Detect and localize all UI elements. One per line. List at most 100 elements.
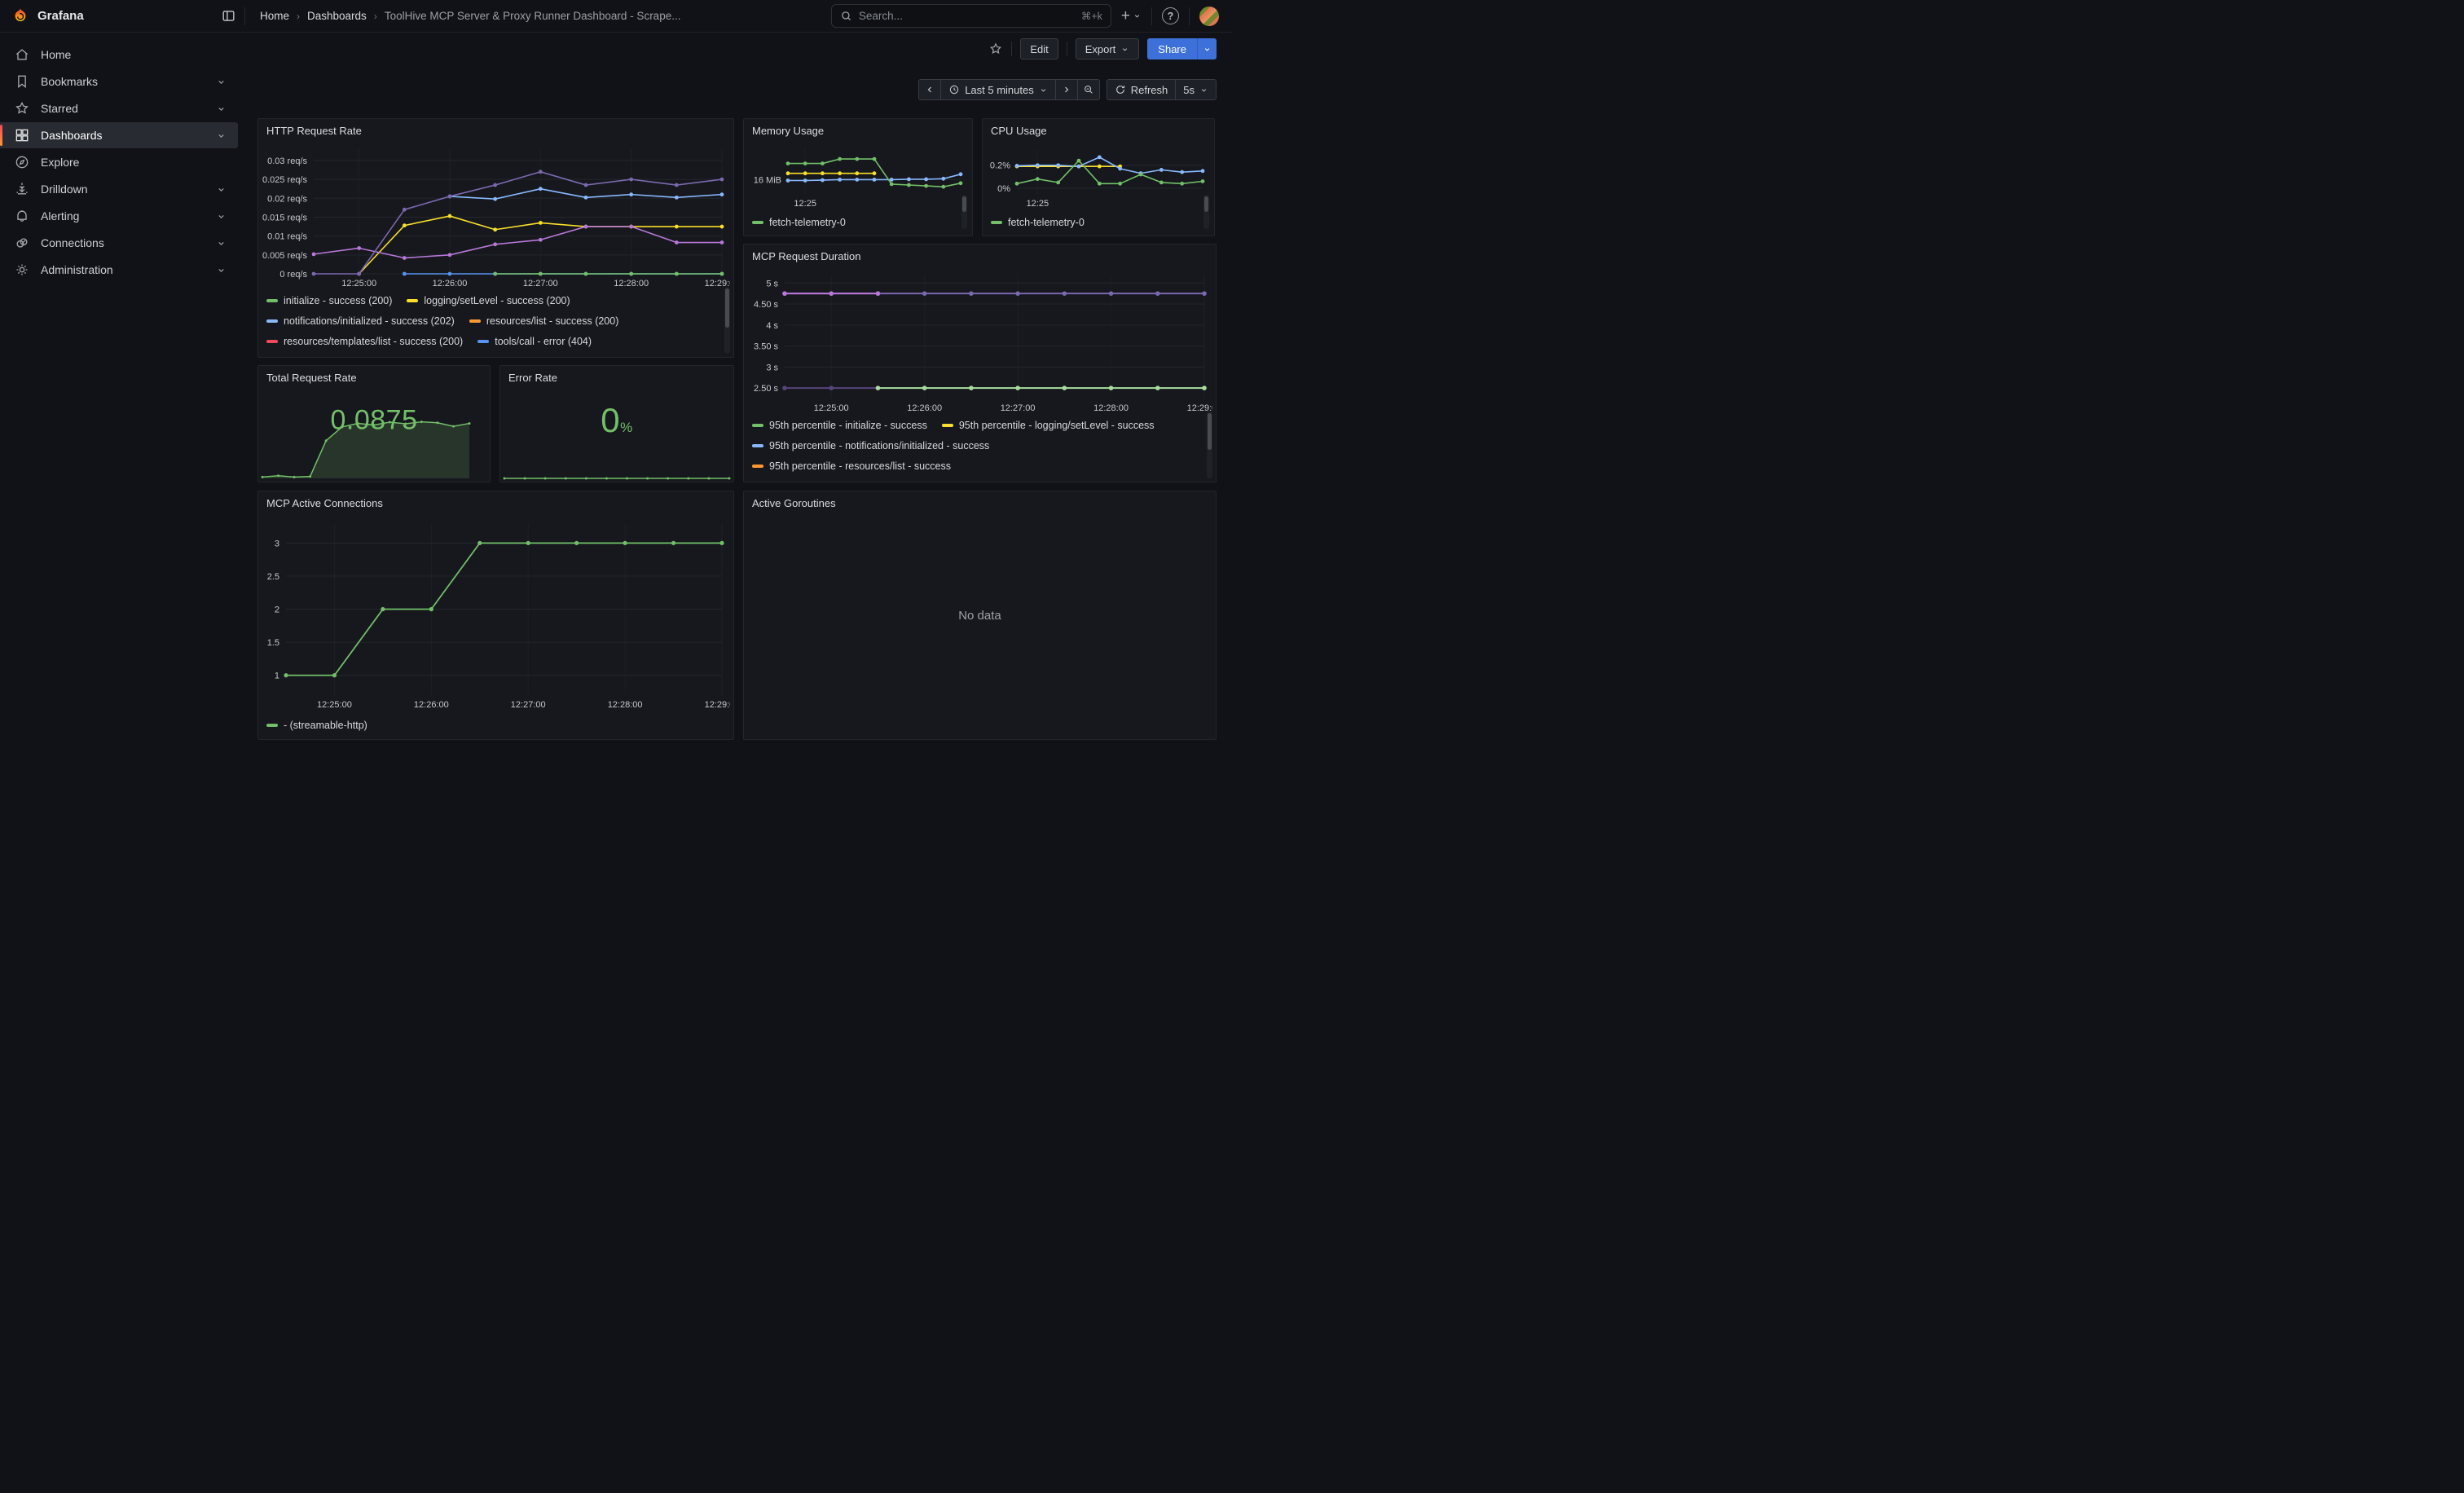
legend-label: fetch-telemetry-0 <box>1008 217 1085 228</box>
svg-text:2.50 s: 2.50 s <box>754 384 778 394</box>
sidebar-toggle-icon[interactable] <box>221 8 236 24</box>
svg-text:3: 3 <box>275 539 279 548</box>
legend-item[interactable]: 95th percentile - logging/setLevel - suc… <box>942 420 1155 431</box>
star-icon <box>14 100 30 117</box>
legend-scrollbar[interactable] <box>724 287 730 354</box>
breadcrumb-dashboards[interactable]: Dashboards <box>307 10 367 22</box>
panel-title[interactable]: MCP Request Duration <box>744 244 1216 268</box>
svg-text:12:25: 12:25 <box>1027 199 1049 209</box>
error-rate-sparkline[interactable] <box>503 462 731 480</box>
share-split-button: Share <box>1147 38 1217 59</box>
compass-icon <box>14 154 30 170</box>
time-shift-forward-button[interactable] <box>1055 79 1078 100</box>
panel-title[interactable]: CPU Usage <box>983 119 1214 143</box>
chevron-down-icon <box>1199 86 1208 95</box>
topnav-divider <box>1151 7 1152 25</box>
search-input[interactable] <box>859 10 1075 22</box>
legend-item[interactable]: logging/setLevel - success (200) <box>407 295 570 306</box>
legend-scrollbar[interactable] <box>1207 412 1212 478</box>
legend-row: 95th percentile - resources/list - succe… <box>752 456 1203 476</box>
help-button[interactable]: ? <box>1162 7 1179 24</box>
sidebar-item-label: Explore <box>41 156 79 169</box>
legend-row: - (streamable-http) <box>266 715 720 734</box>
sidebar-item-starred[interactable]: Starred <box>0 95 238 121</box>
time-controls: Last 5 minutes Refresh 5s <box>918 79 1217 100</box>
search-box[interactable]: ⌘+k <box>831 4 1111 28</box>
panel-cpu-usage: CPU Usage 0.2%0%12:25 fetch-telemetry-0 <box>982 118 1215 236</box>
error-rate-value: 0% <box>500 401 733 440</box>
legend-item[interactable]: 95th percentile - notifications/initiali… <box>752 440 989 451</box>
svg-text:12:26:00: 12:26:00 <box>907 403 942 413</box>
share-dropdown-button[interactable] <box>1197 38 1217 59</box>
legend-color-chip <box>942 424 953 427</box>
legend-color-chip <box>469 319 481 323</box>
cpu-usage-chart[interactable]: 0.2%0%12:25 <box>986 142 1211 210</box>
panel-title[interactable]: Error Rate <box>500 366 733 390</box>
legend-row: notifications/initialized - success (202… <box>266 310 720 331</box>
time-shift-back-button[interactable] <box>918 79 941 100</box>
search-shortcut: ⌘+k <box>1081 10 1102 22</box>
mcp-request-duration-chart[interactable]: 5 s4.50 s4 s3.50 s3 s2.50 s12:25:0012:26… <box>747 267 1212 415</box>
time-range-picker[interactable]: Last 5 minutes <box>940 79 1056 100</box>
toolbar-divider <box>1011 42 1012 56</box>
memory-usage-chart[interactable]: 16 MiB12:25 <box>747 142 969 210</box>
panel-memory-usage: Memory Usage 16 MiB12:25 fetch-telemetry… <box>743 118 973 236</box>
svg-text:1: 1 <box>275 672 279 681</box>
legend-item[interactable]: - (streamable-http) <box>266 720 367 731</box>
sidebar-item-explore[interactable]: Explore <box>0 149 238 175</box>
svg-text:0.01 req/s: 0.01 req/s <box>267 232 307 242</box>
sidebar-item-alerting[interactable]: Alerting <box>0 203 238 229</box>
time-range-group: Last 5 minutes <box>918 79 1100 100</box>
user-avatar[interactable] <box>1199 7 1219 26</box>
sidebar-item-administration[interactable]: Administration <box>0 257 238 283</box>
legend-item[interactable]: 95th percentile - resources/list - succe… <box>752 460 951 472</box>
bell-icon <box>14 208 30 224</box>
question-icon: ? <box>1168 11 1174 22</box>
legend-item[interactable]: resources/list - success (200) <box>469 315 619 327</box>
refresh-icon <box>1115 84 1126 95</box>
total-request-rate-value: 0.0875 <box>258 404 490 436</box>
refresh-interval-picker[interactable]: 5s <box>1175 79 1217 100</box>
legend-item[interactable]: fetch-telemetry-0 <box>991 217 1085 228</box>
legend-color-chip <box>752 444 763 447</box>
favorite-star-icon[interactable] <box>988 42 1003 56</box>
refresh-button[interactable]: Refresh <box>1107 79 1177 100</box>
svg-text:16 MiB: 16 MiB <box>754 175 781 185</box>
sidebar-item-dashboards[interactable]: Dashboards <box>0 122 238 148</box>
panel-title[interactable]: Memory Usage <box>744 119 972 143</box>
sidebar-item-bookmarks[interactable]: Bookmarks <box>0 68 238 95</box>
panel-title[interactable]: MCP Active Connections <box>258 491 733 515</box>
legend-label: 95th percentile - initialize - success <box>769 420 927 431</box>
grafana-app: Grafana Home › Dashboards › ToolHive MCP… <box>0 0 1232 746</box>
panel-title[interactable]: Total Request Rate <box>258 366 490 390</box>
legend-row: resources/templates/list - success (200)… <box>266 331 720 351</box>
sidebar-item-connections[interactable]: Connections <box>0 230 238 256</box>
panel-title[interactable]: HTTP Request Rate <box>258 119 733 143</box>
edit-button[interactable]: Edit <box>1020 38 1058 59</box>
add-new-button[interactable]: + <box>1121 8 1142 24</box>
share-button[interactable]: Share <box>1147 38 1197 59</box>
legend-label: logging/setLevel - success (200) <box>424 295 570 306</box>
legend-item[interactable]: resources/templates/list - success (200) <box>266 336 463 347</box>
export-button[interactable]: Export <box>1076 38 1140 59</box>
clock-icon <box>948 84 960 95</box>
sidebar-item-drilldown[interactable]: Drilldown <box>0 176 238 202</box>
zoom-out-button[interactable] <box>1077 79 1100 100</box>
breadcrumb-home[interactable]: Home <box>260 10 289 22</box>
svg-text:12:28:00: 12:28:00 <box>1093 403 1129 413</box>
memory-usage-legend: fetch-telemetry-0 <box>752 212 959 231</box>
chevron-down-icon <box>1039 86 1048 95</box>
breadcrumb-current-dashboard: ToolHive MCP Server & Proxy Runner Dashb… <box>385 10 681 22</box>
sidebar-item-label: Home <box>41 48 71 61</box>
legend-item[interactable]: fetch-telemetry-0 <box>752 217 846 228</box>
legend-item[interactable]: 95th percentile - initialize - success <box>752 420 927 431</box>
legend-item[interactable]: notifications/initialized - success (202… <box>266 315 455 327</box>
legend-color-chip <box>266 299 278 302</box>
legend-scrollbar[interactable] <box>961 195 967 229</box>
mcp-active-connections-chart[interactable]: 32.521.5112:25:0012:26:0012:27:0012:28:0… <box>262 516 730 711</box>
http-request-rate-chart[interactable]: 0 req/s0.005 req/s0.01 req/s0.015 req/s0… <box>262 142 730 290</box>
legend-item[interactable]: tools/call - error (404) <box>477 336 592 347</box>
legend-scrollbar[interactable] <box>1203 195 1209 229</box>
sidebar-item-home[interactable]: Home <box>0 42 238 68</box>
legend-item[interactable]: initialize - success (200) <box>266 295 392 306</box>
